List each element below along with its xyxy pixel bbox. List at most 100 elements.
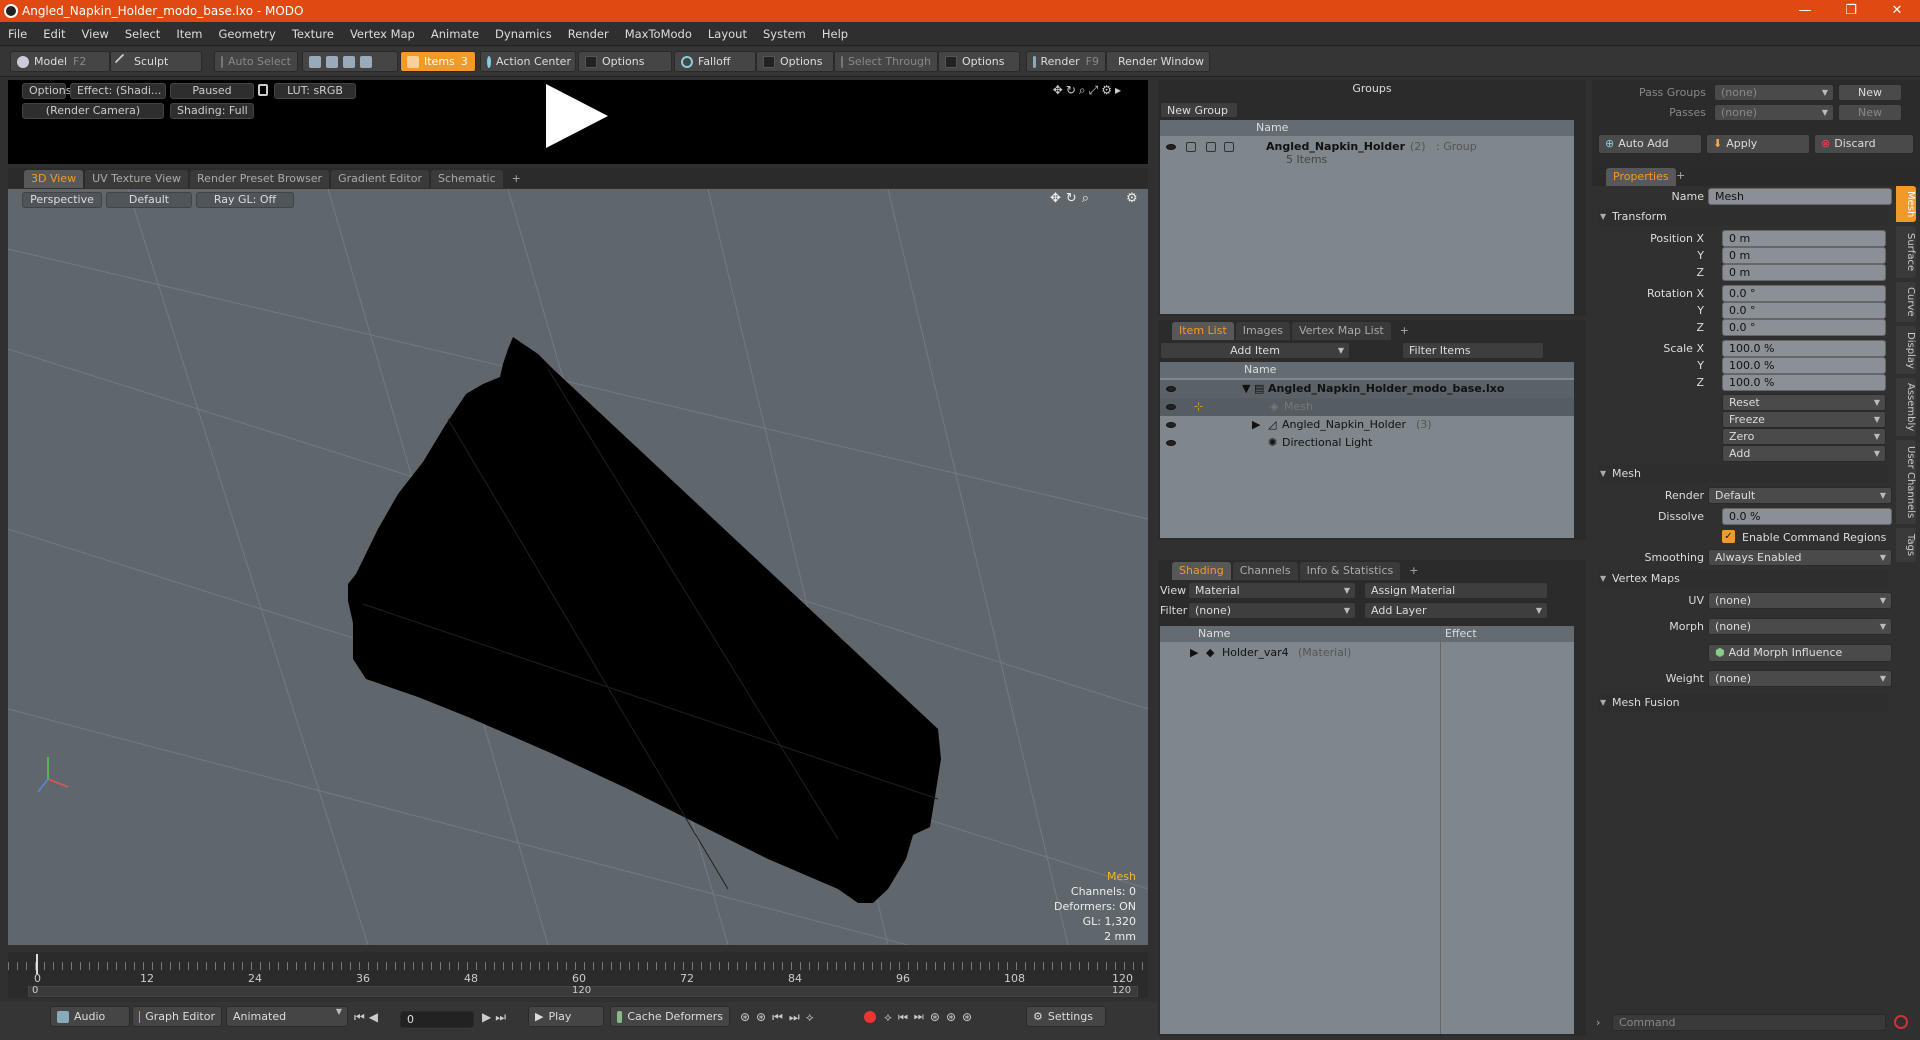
- graph-editor-button[interactable]: Graph Editor: [132, 1006, 222, 1027]
- render-dropdown[interactable]: Default: [1708, 487, 1892, 504]
- mesh-fusion-section[interactable]: Mesh Fusion: [1598, 694, 1888, 712]
- tab-item-list[interactable]: Item List: [1172, 322, 1234, 340]
- tree-row-light[interactable]: ✺ Directional Light: [1160, 434, 1574, 452]
- side-tab-display[interactable]: Display: [1896, 326, 1916, 374]
- record-icon[interactable]: [864, 1011, 876, 1023]
- side-tab-mesh[interactable]: Mesh: [1896, 186, 1916, 222]
- tree-row-group[interactable]: ▶ ◿ Angled_Napkin_Holder (3): [1160, 416, 1574, 434]
- falloff-options-button[interactable]: Options: [756, 51, 834, 72]
- add-dropdown[interactable]: Add: [1722, 445, 1886, 462]
- scale-z-input[interactable]: 100.0 %: [1722, 374, 1886, 391]
- action-center-options-button[interactable]: Options: [578, 51, 672, 72]
- tab-schematic[interactable]: Schematic: [431, 170, 503, 188]
- zero-dropdown[interactable]: Zero: [1722, 428, 1886, 445]
- menu-help[interactable]: Help: [814, 27, 856, 41]
- tab-3d-view[interactable]: 3D View: [24, 170, 84, 188]
- tab-properties[interactable]: Properties: [1606, 168, 1676, 186]
- napkin-holder-mesh[interactable]: [348, 337, 941, 903]
- sculpt-mode-button[interactable]: Sculpt: [110, 51, 202, 72]
- new-pass-button[interactable]: New: [1838, 104, 1902, 121]
- eye-icon[interactable]: [1166, 144, 1176, 150]
- shading-dropdown[interactable]: Shading: Full: [170, 103, 254, 119]
- filter-dropdown[interactable]: (none): [1188, 602, 1356, 619]
- eye-icon[interactable]: [1166, 386, 1176, 392]
- smoothing-dropdown[interactable]: Always Enabled: [1708, 549, 1892, 566]
- scale-y-input[interactable]: 100.0 %: [1722, 357, 1886, 374]
- model-mode-button[interactable]: Model F2: [10, 51, 110, 72]
- add-tab-button[interactable]: +: [1402, 562, 1425, 580]
- tab-vertex-map-list[interactable]: Vertex Map List: [1291, 322, 1391, 340]
- tab-uv-texture-view[interactable]: UV Texture View: [85, 170, 189, 188]
- discard-button[interactable]: ⊗ Discard: [1814, 134, 1914, 154]
- minimize-button[interactable]: —: [1782, 0, 1828, 22]
- falloff-button[interactable]: Falloff: [674, 51, 756, 72]
- menu-texture[interactable]: Texture: [284, 27, 342, 41]
- key-tools-icons[interactable]: ⊛⊛⏮⏭⟡: [740, 1010, 820, 1025]
- filter-items-input[interactable]: Filter Items: [1402, 342, 1544, 359]
- new-group-button[interactable]: New Group: [1160, 102, 1238, 118]
- step-forward-icons[interactable]: ▶⏭: [482, 1010, 510, 1025]
- command-input[interactable]: Command: [1612, 1014, 1886, 1031]
- items-mode-button[interactable]: Items 3: [400, 51, 476, 72]
- position-z-input[interactable]: 0 m: [1722, 264, 1886, 281]
- mesh-section[interactable]: Mesh: [1598, 465, 1888, 483]
- menu-view[interactable]: View: [74, 27, 117, 41]
- tab-images[interactable]: Images: [1235, 322, 1290, 340]
- render-button[interactable]: Render F9: [1026, 51, 1106, 72]
- add-layer-dropdown[interactable]: Add Layer: [1364, 602, 1548, 619]
- menu-layout[interactable]: Layout: [700, 27, 755, 41]
- auto-select-button[interactable]: Auto Select: [214, 51, 298, 72]
- timeline-playhead[interactable]: [36, 954, 38, 974]
- select-toggle-icon[interactable]: [1224, 142, 1234, 152]
- weight-dropdown[interactable]: (none): [1708, 670, 1892, 687]
- menu-edit[interactable]: Edit: [35, 27, 73, 41]
- jump-start-icons[interactable]: ⏮◀: [354, 1010, 382, 1025]
- tree-row-mesh[interactable]: ⊹ ◈ Mesh: [1160, 398, 1574, 416]
- viewport-nav-icons[interactable]: ✥↻⌕: [1050, 191, 1094, 206]
- tab-channels[interactable]: Channels: [1232, 562, 1298, 580]
- preview-options-button[interactable]: Options: [22, 83, 71, 99]
- eye-icon[interactable]: [1166, 440, 1176, 446]
- position-x-input[interactable]: 0 m: [1722, 230, 1886, 247]
- edges-mode-icon[interactable]: [326, 55, 338, 68]
- view-dropdown[interactable]: Material: [1188, 582, 1356, 599]
- polygons-mode-icon[interactable]: [343, 55, 355, 68]
- menu-render[interactable]: Render: [560, 27, 617, 41]
- menu-vertex-map[interactable]: Vertex Map: [342, 27, 423, 41]
- new-pass-group-button[interactable]: New: [1838, 84, 1902, 101]
- pass-groups-dropdown[interactable]: (none): [1714, 84, 1834, 101]
- timeline[interactable]: 0 12 24 36 48 60 72 84 96 108 120 0 120 …: [8, 952, 1148, 998]
- add-item-dropdown[interactable]: Add Item: [1160, 342, 1350, 359]
- close-button[interactable]: ✕: [1874, 0, 1920, 22]
- side-tab-user-channels[interactable]: User Channels: [1896, 440, 1916, 524]
- menu-select[interactable]: Select: [117, 27, 168, 41]
- paused-button[interactable]: Paused: [170, 83, 254, 99]
- expand-icon[interactable]: ▶: [1252, 416, 1260, 434]
- menu-item[interactable]: Item: [168, 27, 210, 41]
- tree-row-scene[interactable]: ▼ ▤ Angled_Napkin_Holder_modo_base.lxo: [1160, 380, 1574, 398]
- add-morph-influence-button[interactable]: ⬢ Add Morph Influence: [1708, 644, 1892, 662]
- side-tab-tags[interactable]: Tags: [1896, 528, 1916, 562]
- group-row[interactable]: Angled_Napkin_Holder (2) : Group 5 Items: [1160, 138, 1574, 168]
- passes-dropdown[interactable]: (none): [1714, 104, 1834, 121]
- menu-animate[interactable]: Animate: [423, 27, 487, 41]
- side-tab-assembly[interactable]: Assembly: [1896, 378, 1916, 436]
- expand-icon[interactable]: ▼: [1242, 380, 1250, 398]
- frame-input[interactable]: 0: [400, 1011, 474, 1028]
- menu-geometry[interactable]: Geometry: [211, 27, 284, 41]
- freeze-dropdown[interactable]: Freeze: [1722, 411, 1886, 428]
- settings-button[interactable]: ⚙ Settings: [1026, 1006, 1106, 1027]
- lut-dropdown[interactable]: LUT: sRGB: [274, 83, 356, 99]
- select-options-button[interactable]: Options: [938, 51, 1020, 72]
- position-y-input[interactable]: 0 m: [1722, 247, 1886, 264]
- assign-material-button[interactable]: Assign Material: [1364, 582, 1548, 599]
- key-nav-icons[interactable]: ⟡⏮⏭⊛⊛⊛: [884, 1010, 978, 1025]
- rotation-x-input[interactable]: 0.0 °: [1722, 285, 1886, 302]
- tab-gradient-editor[interactable]: Gradient Editor: [331, 170, 429, 188]
- vertex-maps-section[interactable]: Vertex Maps: [1598, 570, 1888, 588]
- expand-icon[interactable]: ▶: [1190, 644, 1198, 662]
- scale-x-input[interactable]: 100.0 %: [1722, 340, 1886, 357]
- transform-section[interactable]: Transform: [1598, 208, 1888, 226]
- render-window-button[interactable]: Render Window: [1106, 51, 1210, 72]
- name-input[interactable]: Mesh: [1708, 188, 1892, 205]
